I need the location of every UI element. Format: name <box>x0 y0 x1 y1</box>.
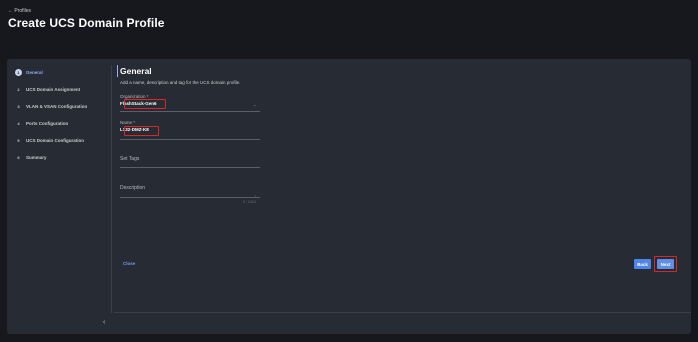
step-number: 5 <box>17 138 20 143</box>
next-button-highlight <box>654 256 677 272</box>
description-textarea[interactable]: Description <box>120 185 260 191</box>
step-general[interactable]: 1 General <box>15 68 43 77</box>
name-underline <box>120 139 260 140</box>
step-ports-configuration[interactable]: 4 Ports Configuration <box>15 119 68 128</box>
set-tags-input[interactable]: Set Tags <box>120 156 260 162</box>
description-char-count: 0 / 1024 <box>243 200 256 204</box>
step-number: 6 <box>17 155 20 160</box>
step-number: 2 <box>17 87 20 92</box>
section-description: Add a name, description and tag for the … <box>120 80 241 85</box>
organization-underline <box>120 111 260 112</box>
back-link-label: ← Profiles <box>8 8 32 14</box>
description-underline <box>120 197 260 198</box>
step-number: 4 <box>17 121 20 126</box>
step-ucs-domain-configuration[interactable]: 5 UCS Domain Configuration <box>15 136 84 145</box>
step-label: Ports Configuration <box>26 121 69 126</box>
step-label: Summary <box>26 155 47 160</box>
organization-highlight <box>124 99 166 109</box>
step-vlan-vsan-configuration[interactable]: 3 VLAN & VSAN Configuration <box>15 102 87 111</box>
step-label: VLAN & VSAN Configuration <box>26 104 88 109</box>
step-label: General <box>26 70 43 75</box>
step-label: UCS Domain Configuration <box>26 138 84 143</box>
page-title: Create UCS Domain Profile <box>8 16 165 30</box>
wizard-steps: 1 General 2 UCS Domain Assignment 3 VLAN… <box>7 59 111 334</box>
name-highlight <box>124 126 159 136</box>
step-label: UCS Domain Assignment <box>26 87 81 92</box>
step-number: 1 <box>15 69 22 76</box>
wizard-panel: 1 General 2 UCS Domain Assignment 3 VLAN… <box>7 59 691 334</box>
description-label: Description <box>120 185 146 191</box>
step-summary[interactable]: 6 Summary <box>15 153 47 162</box>
step-number: 3 <box>17 104 20 109</box>
footer-divider <box>114 312 691 313</box>
chevron-down-icon[interactable]: ⌄ <box>253 102 256 107</box>
tags-underline <box>120 167 260 168</box>
step-ucs-domain-assignment[interactable]: 2 UCS Domain Assignment <box>15 85 80 94</box>
set-tags-label: Set Tags <box>120 156 140 162</box>
chevron-left-icon[interactable]: ‹ <box>103 319 105 326</box>
active-section-indicator <box>117 65 118 77</box>
back-to-profiles-link[interactable]: ← Profiles <box>8 8 31 14</box>
close-button[interactable]: Close <box>123 261 135 266</box>
steps-divider <box>111 65 112 313</box>
name-label: Name * <box>120 120 136 125</box>
section-title: General <box>120 66 152 76</box>
back-button[interactable]: Back <box>634 259 651 269</box>
